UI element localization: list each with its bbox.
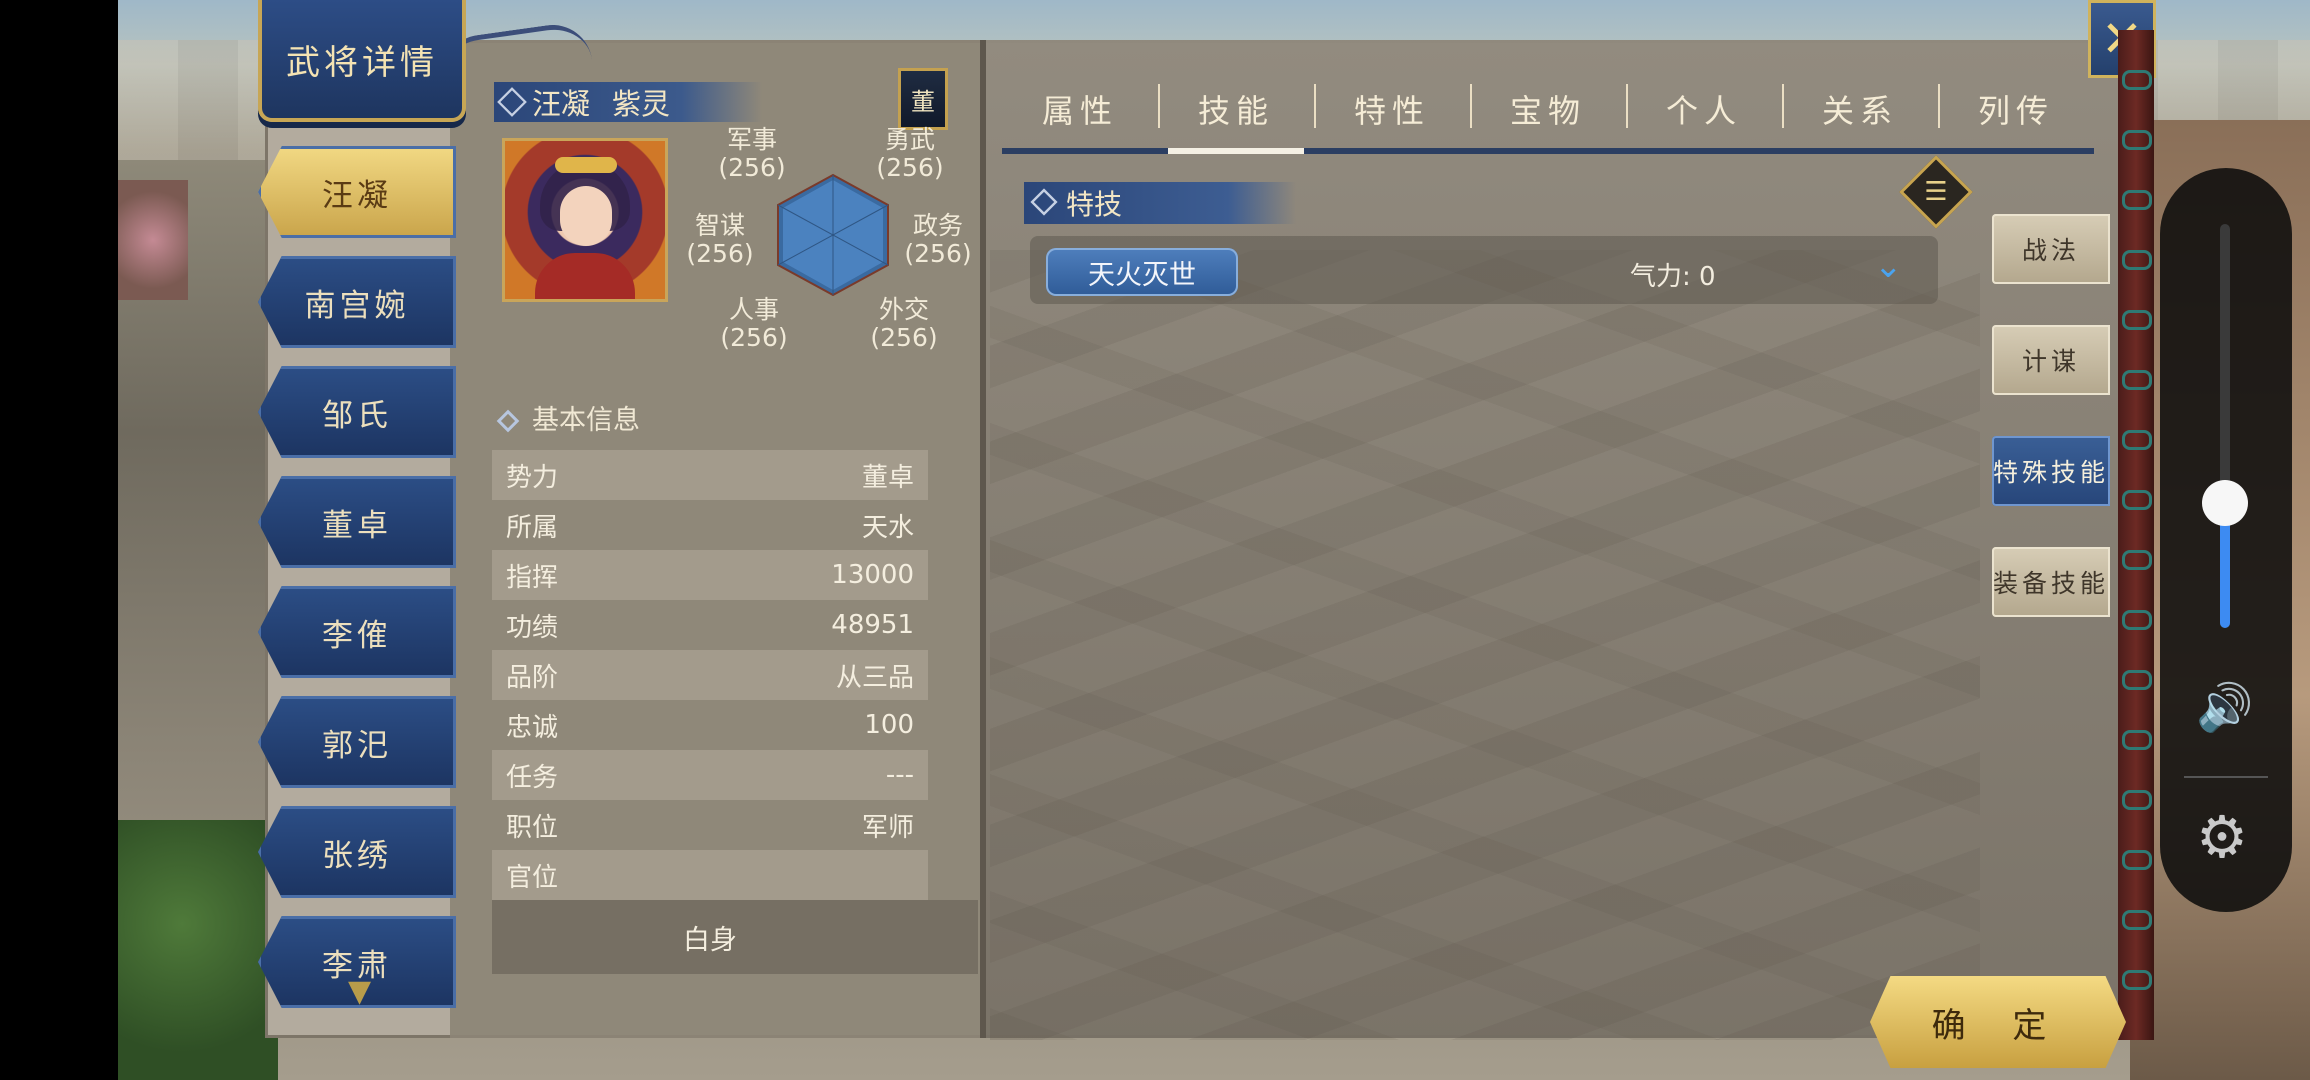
tab-skills[interactable]: 技能	[1158, 70, 1314, 154]
character-item[interactable]: 李傕	[258, 586, 456, 678]
info-row: 忠诚 100	[506, 710, 914, 743]
character-item[interactable]: 南宫婉	[258, 256, 456, 348]
skill-name-button[interactable]: 天火灭世	[1046, 248, 1238, 296]
general-name: 汪凝	[532, 87, 591, 121]
scroll-down-icon[interactable]: ▼	[348, 974, 375, 1008]
tab-biography[interactable]: 列传	[1938, 70, 2094, 148]
stat-valor: 勇武 (256)	[876, 125, 944, 182]
general-portrait	[502, 138, 668, 302]
basic-info-header: 基本信息	[496, 398, 640, 437]
gear-icon[interactable]: ⚙	[2196, 808, 2248, 866]
book-spine	[2118, 30, 2154, 1040]
info-row: 品阶 从三品	[492, 650, 928, 700]
info-row: 指挥 13000	[492, 550, 928, 600]
info-row: 所属 天水	[506, 512, 914, 543]
diamond-icon	[497, 87, 527, 117]
tab-treasures[interactable]: 宝物	[1470, 70, 1626, 148]
side-tab-tactics[interactable]: 战法	[1992, 214, 2110, 284]
character-list: 汪凝 南宫婉 邹氏 董卓 李傕 郭汜 张绣 李肃 ▼	[258, 146, 458, 1026]
side-tab-equipment-skills[interactable]: 装备技能	[1992, 547, 2110, 617]
diamond-icon	[1030, 188, 1058, 216]
general-style-name: 紫灵	[612, 87, 671, 121]
info-row: 职位 军师	[506, 812, 914, 843]
tab-personal[interactable]: 个人	[1626, 70, 1782, 148]
tab-traits[interactable]: 特性	[1314, 70, 1470, 148]
volume-slider-thumb[interactable]	[2202, 479, 2248, 526]
general-name-bar: 汪凝 紫灵	[494, 82, 762, 122]
character-item[interactable]: 邹氏	[258, 366, 456, 458]
character-item[interactable]: 郭汜	[258, 696, 456, 788]
official-status: 白身	[492, 900, 978, 974]
diamond-icon	[496, 409, 520, 433]
stat-strategy: 智谋 (256)	[686, 211, 754, 268]
stat-military: 军事 (256)	[718, 125, 786, 182]
speaker-icon[interactable]: 🔊	[2196, 680, 2253, 735]
detail-tabs: 属性 技能 特性 宝物 个人 关系 列传	[1002, 70, 2094, 154]
special-skill-header: 特技	[1024, 182, 1296, 224]
tab-attributes[interactable]: 属性	[1002, 70, 1158, 148]
stat-personnel: 人事 (256)	[720, 295, 788, 352]
volume-panel: 🔊 ⚙	[2160, 168, 2292, 912]
info-row: 功绩 48951	[506, 610, 914, 643]
info-row: 任务 ---	[492, 750, 928, 800]
info-row: 势力 董卓	[492, 450, 928, 500]
side-tab-schemes[interactable]: 计谋	[1992, 325, 2110, 395]
info-row: 官位	[492, 850, 928, 900]
side-tab-special-skills[interactable]: 特殊技能	[1992, 436, 2110, 506]
character-item[interactable]: 董卓	[258, 476, 456, 568]
character-item[interactable]: 汪凝	[258, 146, 456, 238]
stat-politics: 政务 (256)	[904, 211, 972, 268]
basic-info-table: 势力 董卓 所属 天水 指挥 13000 功绩 48951 品阶 从三品 忠诚 100 任务…	[492, 450, 928, 900]
character-item[interactable]: 张绣	[258, 806, 456, 898]
stat-diplomacy: 外交 (256)	[870, 295, 938, 352]
skill-row[interactable]: 天火灭世 气力: 0 ⌄	[1030, 236, 1938, 304]
skill-power: 气力: 0	[1630, 262, 1716, 292]
confirm-button[interactable]: 确 定	[1870, 976, 2126, 1068]
skill-category-tabs: 战法 计谋 特殊技能 装备技能	[1992, 214, 2110, 658]
page-title: 武将详情	[258, 0, 466, 122]
chevron-down-icon[interactable]: ⌄	[1874, 246, 1903, 286]
tab-relations[interactable]: 关系	[1782, 70, 1938, 148]
character-item[interactable]: 李肃 ▼	[258, 916, 456, 1008]
